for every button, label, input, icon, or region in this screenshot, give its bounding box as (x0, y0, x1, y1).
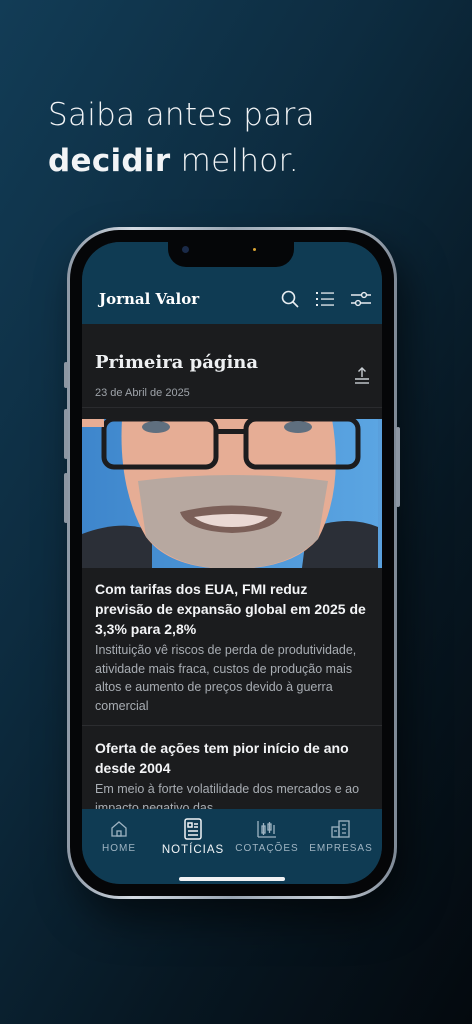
share-icon[interactable] (354, 367, 374, 387)
search-icon[interactable] (279, 288, 301, 310)
article-title: Com tarifas dos EUA, FMI reduz previsão … (95, 581, 366, 637)
section-date: 23 de Abril de 2025 (95, 387, 190, 399)
promo-bold-word: decidir (48, 143, 171, 179)
chart-icon (230, 819, 304, 839)
tab-label: HOME (102, 843, 136, 854)
volume-down-button (64, 473, 68, 523)
section-header: Primeira página 23 de Abril de 2025 (82, 324, 382, 408)
article-item[interactable]: Oferta de ações tem pior início de ano d… (95, 738, 367, 817)
tab-cotacoes[interactable]: COTAÇÕES (230, 819, 304, 854)
divider (82, 725, 382, 726)
tab-home[interactable]: HOME (82, 819, 156, 854)
news-icon (156, 818, 230, 840)
article-photo[interactable] (82, 419, 382, 568)
bottom-tab-bar: HOME NOTÍCIAS COTAÇÕES EMPRESAS (82, 809, 382, 884)
home-icon (82, 819, 156, 839)
article-item[interactable]: Com tarifas dos EUA, FMI reduz previsão … (95, 579, 367, 715)
article-subtitle: Instituição vê riscos de perda de produt… (95, 643, 357, 713)
app-logo: Jornal Valor (99, 290, 200, 308)
buildings-icon (304, 819, 378, 839)
volume-up-button (64, 409, 68, 459)
power-button (396, 427, 400, 507)
tab-label: EMPRESAS (309, 843, 373, 854)
mute-switch (64, 362, 68, 388)
promo-line-1: Saiba antes para (48, 97, 315, 133)
promo-headline: Saiba antes para decidir melhor. (48, 92, 315, 184)
tab-label: COTAÇÕES (235, 843, 299, 854)
filter-icon[interactable] (350, 288, 372, 310)
home-indicator (179, 877, 285, 881)
notch (168, 242, 294, 267)
tab-empresas[interactable]: EMPRESAS (304, 819, 378, 854)
promo-line-2: decidir melhor. (48, 138, 315, 184)
list-icon[interactable] (314, 288, 336, 310)
phone-frame: Jornal Valor Primeira página 23 de Abril… (64, 227, 400, 899)
tab-label: NOTÍCIAS (161, 844, 225, 856)
promo-line-2-rest: melhor. (170, 143, 299, 179)
article-title: Oferta de ações tem pior início de ano d… (95, 740, 349, 776)
tab-noticias[interactable]: NOTÍCIAS (156, 818, 230, 856)
section-title: Primeira página (95, 352, 259, 373)
app-screen: Jornal Valor Primeira página 23 de Abril… (82, 242, 382, 884)
